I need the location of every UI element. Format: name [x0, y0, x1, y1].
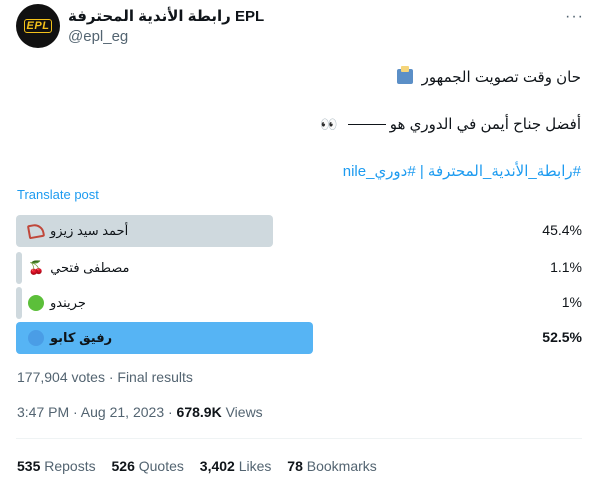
tweet-header: EPL رابطة الأندية المحترفة EPL @epl_eg ·…: [16, 4, 586, 52]
poll-option-label: أحمد سيد زيزو: [26, 222, 128, 240]
poll-percent: 45.4%: [542, 222, 582, 238]
poll-option-label: رفيق كابو: [28, 330, 112, 346]
tweet-text-line-1: حان وقت تصويت الجمهور: [397, 66, 581, 86]
poll-option: جريندو 1%: [16, 287, 582, 319]
likes-stat[interactable]: 3,402 Likes: [200, 458, 272, 474]
tweet-timestamp[interactable]: 3:47 PM · Aug 21, 2023 · 678.9K Views: [17, 404, 263, 420]
quotes-stat[interactable]: 526 Quotes: [112, 458, 184, 474]
poll-option: رفيق كابو 52.5%: [16, 322, 582, 354]
poll-bar: [16, 287, 22, 319]
hashtags[interactable]: #رابطة_الأندية_المحترفة | #دوري_nile: [343, 162, 581, 180]
poll-percent: 1%: [561, 294, 582, 310]
epl-logo: EPL: [23, 19, 53, 33]
bookmarks-stat[interactable]: 78 Bookmarks: [287, 458, 377, 474]
green-circle-icon: [28, 295, 44, 311]
poll-option: أحمد سيد زيزو 45.4%: [16, 215, 582, 247]
blank-line: [347, 124, 386, 125]
poll-percent: 52.5%: [542, 329, 582, 345]
poll-option: مصطفى فتحي 🍒 1.1%: [16, 252, 582, 284]
tweet-text-line-2: أفضل جناح أيمن في الدوري هو👀: [320, 116, 581, 133]
more-icon[interactable]: ···: [565, 8, 584, 26]
engagement-stats: 535 Reposts 526 Quotes 3,402 Likes 78 Bo…: [17, 458, 389, 474]
author-name[interactable]: رابطة الأندية المحترفة EPL: [68, 7, 264, 25]
author-handle[interactable]: @epl_eg: [68, 28, 128, 45]
poll-option-label: جريندو: [28, 295, 86, 311]
poll-option-label: مصطفى فتحي 🍒: [28, 260, 130, 275]
translate-post-link[interactable]: Translate post: [17, 187, 99, 202]
avatar[interactable]: EPL: [16, 4, 60, 48]
poll-percent: 1.1%: [550, 259, 582, 275]
blue-circle-icon: [28, 330, 44, 346]
views-count: 678.9K: [176, 404, 222, 420]
poll-bar: [16, 252, 22, 284]
bow-icon: [26, 222, 46, 240]
cherries-icon: 🍒: [28, 260, 45, 275]
reposts-stat[interactable]: 535 Reposts: [17, 458, 96, 474]
poll-votes-summary: 177,904 votes · Final results: [17, 369, 193, 385]
divider: [16, 438, 582, 439]
ballot-box-icon: [397, 66, 414, 84]
eyes-icon: 👀: [320, 116, 338, 132]
